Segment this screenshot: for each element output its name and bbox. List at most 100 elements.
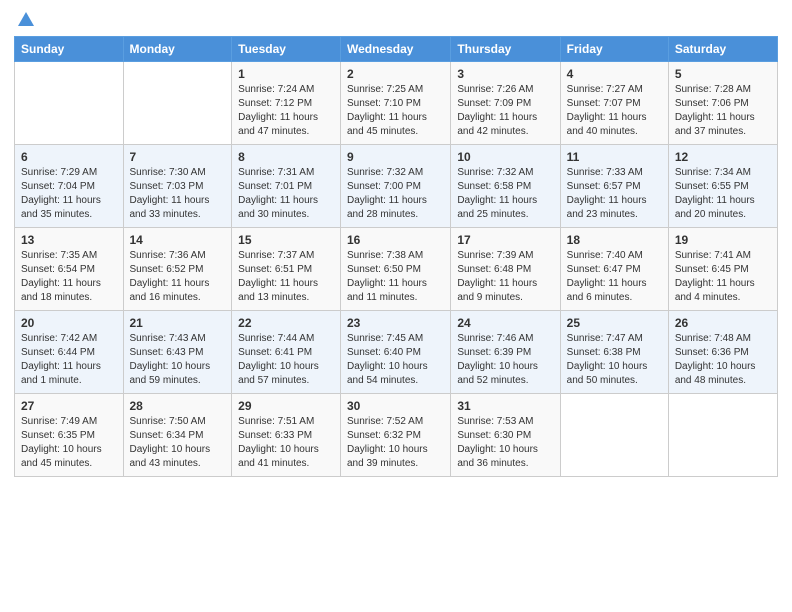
day-number: 16 — [347, 233, 444, 247]
day-detail: Sunrise: 7:46 AM Sunset: 6:39 PM Dayligh… — [457, 332, 553, 388]
logo-icon — [16, 10, 36, 30]
day-number: 24 — [457, 316, 553, 330]
calendar-cell: 28 Sunrise: 7:50 AM Sunset: 6:34 PM Dayli… — [123, 394, 232, 477]
day-number: 14 — [130, 233, 226, 247]
day-detail: Sunrise: 7:29 AM Sunset: 7:04 PM Dayligh… — [21, 166, 117, 222]
day-number: 11 — [567, 150, 662, 164]
day-number: 6 — [21, 150, 117, 164]
day-number: 29 — [238, 399, 334, 413]
day-detail: Sunrise: 7:44 AM Sunset: 6:41 PM Dayligh… — [238, 332, 334, 388]
day-detail: Sunrise: 7:37 AM Sunset: 6:51 PM Dayligh… — [238, 249, 334, 305]
day-number: 26 — [675, 316, 771, 330]
week-row-2: 13 Sunrise: 7:35 AM Sunset: 6:54 PM Dayli… — [15, 228, 778, 311]
day-number: 18 — [567, 233, 662, 247]
day-detail: Sunrise: 7:38 AM Sunset: 6:50 PM Dayligh… — [347, 249, 444, 305]
calendar-cell — [668, 394, 777, 477]
calendar-cell: 11 Sunrise: 7:33 AM Sunset: 6:57 PM Dayli… — [560, 145, 668, 228]
week-row-3: 20 Sunrise: 7:42 AM Sunset: 6:44 PM Dayli… — [15, 311, 778, 394]
day-detail: Sunrise: 7:51 AM Sunset: 6:33 PM Dayligh… — [238, 415, 334, 471]
day-detail: Sunrise: 7:31 AM Sunset: 7:01 PM Dayligh… — [238, 166, 334, 222]
day-number: 23 — [347, 316, 444, 330]
day-number: 1 — [238, 67, 334, 81]
weekday-header-tuesday: Tuesday — [232, 37, 341, 62]
weekday-header-row: SundayMondayTuesdayWednesdayThursdayFrid… — [15, 37, 778, 62]
day-detail: Sunrise: 7:45 AM Sunset: 6:40 PM Dayligh… — [347, 332, 444, 388]
day-detail: Sunrise: 7:24 AM Sunset: 7:12 PM Dayligh… — [238, 83, 334, 139]
calendar-cell: 6 Sunrise: 7:29 AM Sunset: 7:04 PM Daylig… — [15, 145, 124, 228]
day-detail: Sunrise: 7:49 AM Sunset: 6:35 PM Dayligh… — [21, 415, 117, 471]
calendar-cell: 23 Sunrise: 7:45 AM Sunset: 6:40 PM Dayli… — [341, 311, 451, 394]
calendar-table: SundayMondayTuesdayWednesdayThursdayFrid… — [14, 36, 778, 477]
calendar-cell: 1 Sunrise: 7:24 AM Sunset: 7:12 PM Daylig… — [232, 62, 341, 145]
day-number: 20 — [21, 316, 117, 330]
day-number: 5 — [675, 67, 771, 81]
day-detail: Sunrise: 7:35 AM Sunset: 6:54 PM Dayligh… — [21, 249, 117, 305]
weekday-header-saturday: Saturday — [668, 37, 777, 62]
calendar-cell: 15 Sunrise: 7:37 AM Sunset: 6:51 PM Dayli… — [232, 228, 341, 311]
day-detail: Sunrise: 7:33 AM Sunset: 6:57 PM Dayligh… — [567, 166, 662, 222]
day-detail: Sunrise: 7:34 AM Sunset: 6:55 PM Dayligh… — [675, 166, 771, 222]
header — [14, 10, 778, 28]
week-row-1: 6 Sunrise: 7:29 AM Sunset: 7:04 PM Daylig… — [15, 145, 778, 228]
day-number: 22 — [238, 316, 334, 330]
day-number: 2 — [347, 67, 444, 81]
day-detail: Sunrise: 7:39 AM Sunset: 6:48 PM Dayligh… — [457, 249, 553, 305]
logo — [14, 10, 36, 28]
weekday-header-sunday: Sunday — [15, 37, 124, 62]
day-detail: Sunrise: 7:28 AM Sunset: 7:06 PM Dayligh… — [675, 83, 771, 139]
day-number: 28 — [130, 399, 226, 413]
calendar-cell — [15, 62, 124, 145]
calendar-cell: 7 Sunrise: 7:30 AM Sunset: 7:03 PM Daylig… — [123, 145, 232, 228]
calendar-cell: 31Sunrise: 7:53 AM Sunset: 6:30 PM Dayli… — [451, 394, 560, 477]
day-number: 7 — [130, 150, 226, 164]
day-number: 25 — [567, 316, 662, 330]
weekday-header-thursday: Thursday — [451, 37, 560, 62]
calendar-cell: 27 Sunrise: 7:49 AM Sunset: 6:35 PM Dayli… — [15, 394, 124, 477]
day-number: 30 — [347, 399, 444, 413]
day-number: 15 — [238, 233, 334, 247]
day-detail: Sunrise: 7:25 AM Sunset: 7:10 PM Dayligh… — [347, 83, 444, 139]
day-detail: Sunrise: 7:26 AM Sunset: 7:09 PM Dayligh… — [457, 83, 553, 139]
week-row-4: 27 Sunrise: 7:49 AM Sunset: 6:35 PM Dayli… — [15, 394, 778, 477]
day-number: 9 — [347, 150, 444, 164]
weekday-header-monday: Monday — [123, 37, 232, 62]
calendar-cell: 8 Sunrise: 7:31 AM Sunset: 7:01 PM Daylig… — [232, 145, 341, 228]
calendar-cell: 19Sunrise: 7:41 AM Sunset: 6:45 PM Dayli… — [668, 228, 777, 311]
day-number: 27 — [21, 399, 117, 413]
calendar-cell: 16 Sunrise: 7:38 AM Sunset: 6:50 PM Dayli… — [341, 228, 451, 311]
day-number: 13 — [21, 233, 117, 247]
calendar-cell: 22 Sunrise: 7:44 AM Sunset: 6:41 PM Dayli… — [232, 311, 341, 394]
calendar-cell: 30 Sunrise: 7:52 AM Sunset: 6:32 PM Dayli… — [341, 394, 451, 477]
day-number: 17 — [457, 233, 553, 247]
day-detail: Sunrise: 7:48 AM Sunset: 6:36 PM Dayligh… — [675, 332, 771, 388]
calendar-cell: 13 Sunrise: 7:35 AM Sunset: 6:54 PM Dayli… — [15, 228, 124, 311]
calendar-cell: 17 Sunrise: 7:39 AM Sunset: 6:48 PM Dayli… — [451, 228, 560, 311]
day-detail: Sunrise: 7:50 AM Sunset: 6:34 PM Dayligh… — [130, 415, 226, 471]
calendar-cell: 18 Sunrise: 7:40 AM Sunset: 6:47 PM Dayli… — [560, 228, 668, 311]
day-detail: Sunrise: 7:43 AM Sunset: 6:43 PM Dayligh… — [130, 332, 226, 388]
calendar-cell — [123, 62, 232, 145]
calendar-cell: 25 Sunrise: 7:47 AM Sunset: 6:38 PM Dayli… — [560, 311, 668, 394]
day-detail: Sunrise: 7:52 AM Sunset: 6:32 PM Dayligh… — [347, 415, 444, 471]
calendar-cell: 14Sunrise: 7:36 AM Sunset: 6:52 PM Dayli… — [123, 228, 232, 311]
calendar-cell: 2 Sunrise: 7:25 AM Sunset: 7:10 PM Daylig… — [341, 62, 451, 145]
calendar-cell: 12 Sunrise: 7:34 AM Sunset: 6:55 PM Dayli… — [668, 145, 777, 228]
day-detail: Sunrise: 7:47 AM Sunset: 6:38 PM Dayligh… — [567, 332, 662, 388]
day-detail: Sunrise: 7:40 AM Sunset: 6:47 PM Dayligh… — [567, 249, 662, 305]
weekday-header-wednesday: Wednesday — [341, 37, 451, 62]
day-detail: Sunrise: 7:30 AM Sunset: 7:03 PM Dayligh… — [130, 166, 226, 222]
day-detail: Sunrise: 7:41 AM Sunset: 6:45 PM Dayligh… — [675, 249, 771, 305]
day-number: 10 — [457, 150, 553, 164]
calendar-cell: 29 Sunrise: 7:51 AM Sunset: 6:33 PM Dayli… — [232, 394, 341, 477]
day-number: 12 — [675, 150, 771, 164]
day-number: 8 — [238, 150, 334, 164]
calendar-cell: 10Sunrise: 7:32 AM Sunset: 6:58 PM Dayli… — [451, 145, 560, 228]
day-number: 3 — [457, 67, 553, 81]
week-row-0: 1 Sunrise: 7:24 AM Sunset: 7:12 PM Daylig… — [15, 62, 778, 145]
calendar-cell: 26 Sunrise: 7:48 AM Sunset: 6:36 PM Dayli… — [668, 311, 777, 394]
weekday-header-friday: Friday — [560, 37, 668, 62]
calendar-cell: 9Sunrise: 7:32 AM Sunset: 7:00 PM Daylig… — [341, 145, 451, 228]
calendar-cell: 20 Sunrise: 7:42 AM Sunset: 6:44 PM Dayli… — [15, 311, 124, 394]
day-detail: Sunrise: 7:42 AM Sunset: 6:44 PM Dayligh… — [21, 332, 117, 388]
calendar-cell: 3 Sunrise: 7:26 AM Sunset: 7:09 PM Daylig… — [451, 62, 560, 145]
